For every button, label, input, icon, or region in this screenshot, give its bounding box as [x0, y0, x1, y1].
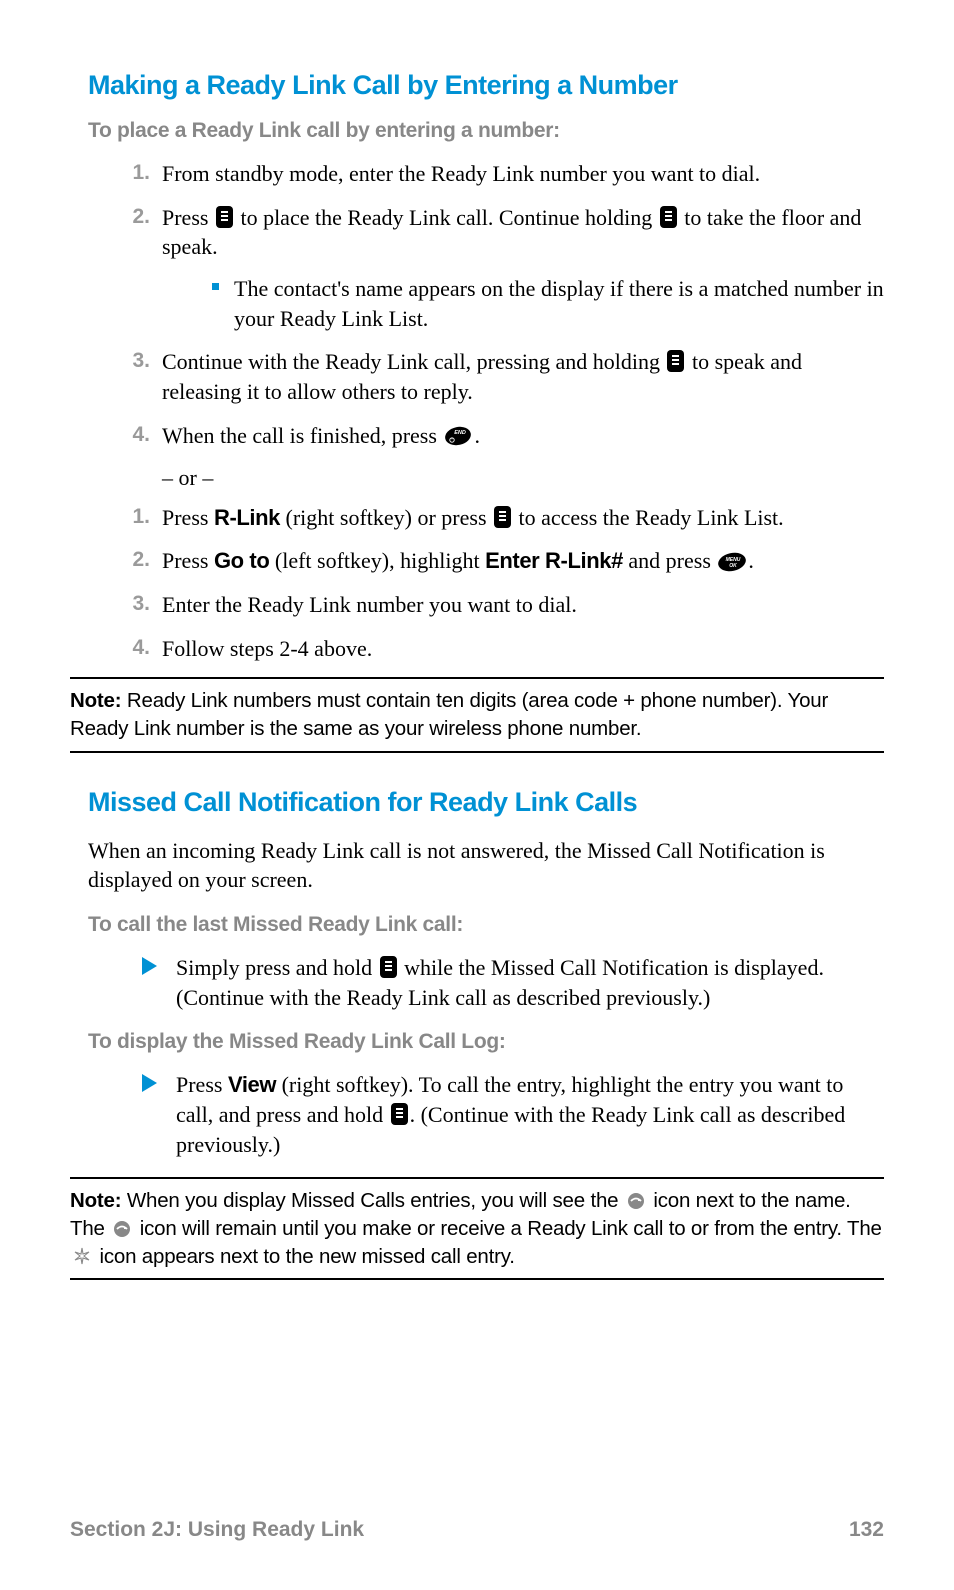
label-view: View [228, 1072, 276, 1097]
missed-call-icon [626, 1190, 646, 1208]
step-4: When the call is finished, press END. [120, 421, 884, 451]
t: . [748, 548, 754, 573]
arrow-list-2: Press View (right softkey). To call the … [140, 1070, 884, 1159]
rlink-key-icon [391, 1103, 408, 1125]
rlink-key-icon [660, 206, 677, 228]
note-label: Note: [70, 1189, 121, 1212]
subheading-place-call: To place a Ready Link call by entering a… [88, 119, 884, 143]
note-label: Note: [70, 689, 121, 712]
steps-alt-method: Press R-Link (right softkey) or press to… [120, 503, 884, 664]
step-2: Press Go to (left softkey), highlight En… [120, 546, 884, 576]
step-text-a: Press [162, 205, 214, 230]
new-entry-icon [72, 1246, 92, 1266]
step-text-a: When the call is finished, press [162, 423, 442, 448]
note-missed-icons: Note: When you display Missed Calls entr… [70, 1177, 884, 1280]
svg-text:END: END [455, 430, 467, 436]
arrow-item: Simply press and hold while the Missed C… [140, 953, 884, 1012]
step-text-b: . [474, 423, 480, 448]
t: When you display Missed Calls entries, y… [121, 1189, 623, 1212]
t: icon appears next to the new missed call… [94, 1245, 515, 1268]
t: Simply press and hold [176, 955, 378, 980]
t: (right softkey) or press [280, 505, 492, 530]
step-1: Press R-Link (right softkey) or press to… [120, 503, 884, 533]
t: Press [176, 1072, 228, 1097]
subheading-display-log: To display the Missed Ready Link Call Lo… [88, 1030, 884, 1054]
step-2: Press to place the Ready Link call. Cont… [120, 203, 884, 334]
rlink-key-icon [216, 206, 233, 228]
t: Follow steps 2-4 above. [162, 636, 372, 661]
label-goto: Go to [214, 548, 269, 573]
bullet-text: The contact's name appears on the displa… [234, 276, 884, 331]
t: icon will remain until you make or recei… [134, 1217, 882, 1240]
heading-missed-call: Missed Call Notification for Ready Link … [88, 787, 884, 818]
rlink-key-icon [667, 350, 684, 372]
t: and press [623, 548, 716, 573]
note-text: Ready Link numbers must contain ten digi… [70, 689, 828, 740]
step-3: Continue with the Ready Link call, press… [120, 347, 884, 406]
t: to access the Ready Link List. [513, 505, 784, 530]
rlink-key-icon [494, 506, 511, 528]
menu-ok-key-icon: MENUOK [717, 550, 747, 570]
t: (left softkey), highlight [269, 548, 485, 573]
steps-enter-number: From standby mode, enter the Ready Link … [120, 159, 884, 451]
page-footer: Section 2J: Using Ready Link 132 [70, 1518, 884, 1542]
end-key-icon: END [444, 424, 472, 444]
rlink-key-icon [380, 956, 397, 978]
missed-call-icon [112, 1218, 132, 1236]
svg-text:OK: OK [730, 563, 738, 569]
label-enter-rlink: Enter R-Link# [485, 548, 623, 573]
step-4: Follow steps 2-4 above. [120, 634, 884, 664]
t: Press [162, 505, 214, 530]
footer-page-number: 132 [849, 1518, 884, 1542]
step-text-a: Continue with the Ready Link call, press… [162, 349, 665, 374]
sub-bullet: The contact's name appears on the displa… [212, 274, 884, 333]
label-rlink: R-Link [214, 505, 280, 530]
sub-bullet-list: The contact's name appears on the displa… [212, 274, 884, 333]
footer-section: Section 2J: Using Ready Link [70, 1518, 364, 1542]
or-divider: – or – [162, 465, 884, 491]
intro-missed: When an incoming Ready Link call is not … [88, 836, 884, 895]
note-digits: Note: Ready Link numbers must contain te… [70, 677, 884, 752]
arrow-item: Press View (right softkey). To call the … [140, 1070, 884, 1159]
subheading-call-last: To call the last Missed Ready Link call: [88, 913, 884, 937]
step-1: From standby mode, enter the Ready Link … [120, 159, 884, 189]
t: Press [162, 548, 214, 573]
step-text-b: to place the Ready Link call. Continue h… [235, 205, 658, 230]
t: Enter the Ready Link number you want to … [162, 592, 577, 617]
step-3: Enter the Ready Link number you want to … [120, 590, 884, 620]
heading-making-call: Making a Ready Link Call by Entering a N… [88, 70, 884, 101]
step-text: From standby mode, enter the Ready Link … [162, 161, 760, 186]
arrow-list-1: Simply press and hold while the Missed C… [140, 953, 884, 1012]
